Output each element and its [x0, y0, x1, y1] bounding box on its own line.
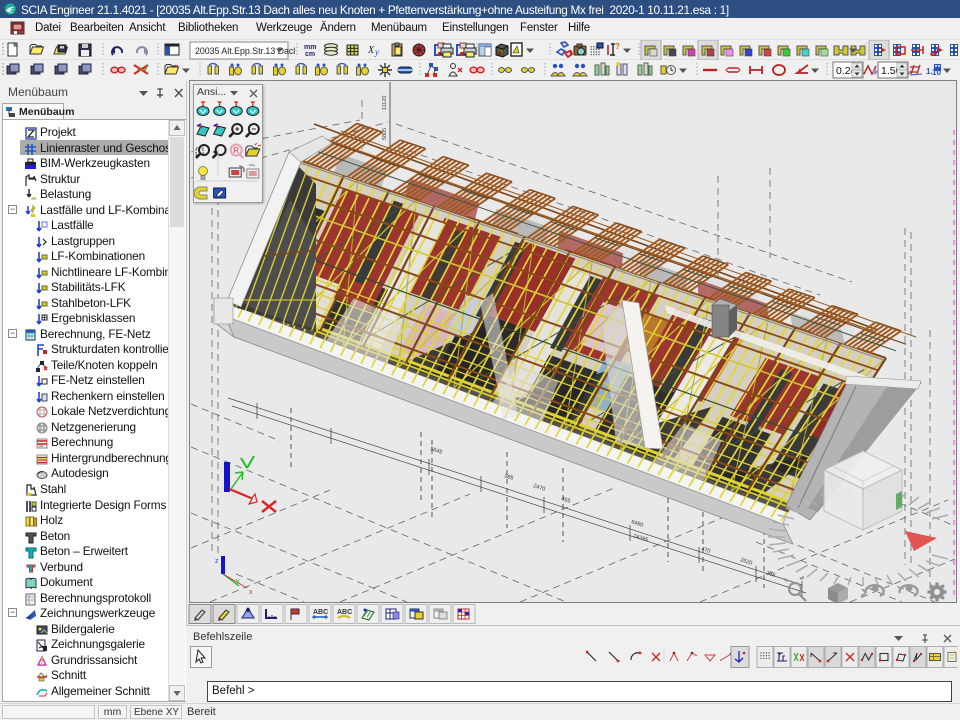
svg-text:X: X [367, 45, 375, 56]
svg-text:y: y [236, 578, 240, 585]
svg-text:y: y [374, 47, 379, 57]
svg-text:11120: 11120 [382, 96, 388, 110]
svg-text:cm: cm [305, 51, 315, 58]
svg-text:5805: 5805 [382, 128, 388, 140]
svg-text:ABC: ABC [313, 609, 328, 616]
svg-text:mm: mm [304, 44, 316, 51]
svg-text:R: R [233, 146, 239, 155]
svg-text:z: z [215, 558, 219, 565]
svg-text:10: 10 [932, 68, 941, 77]
svg-text:?: ? [615, 42, 620, 51]
svg-text:ABC: ABC [337, 609, 352, 616]
svg-text:x: x [249, 589, 253, 596]
